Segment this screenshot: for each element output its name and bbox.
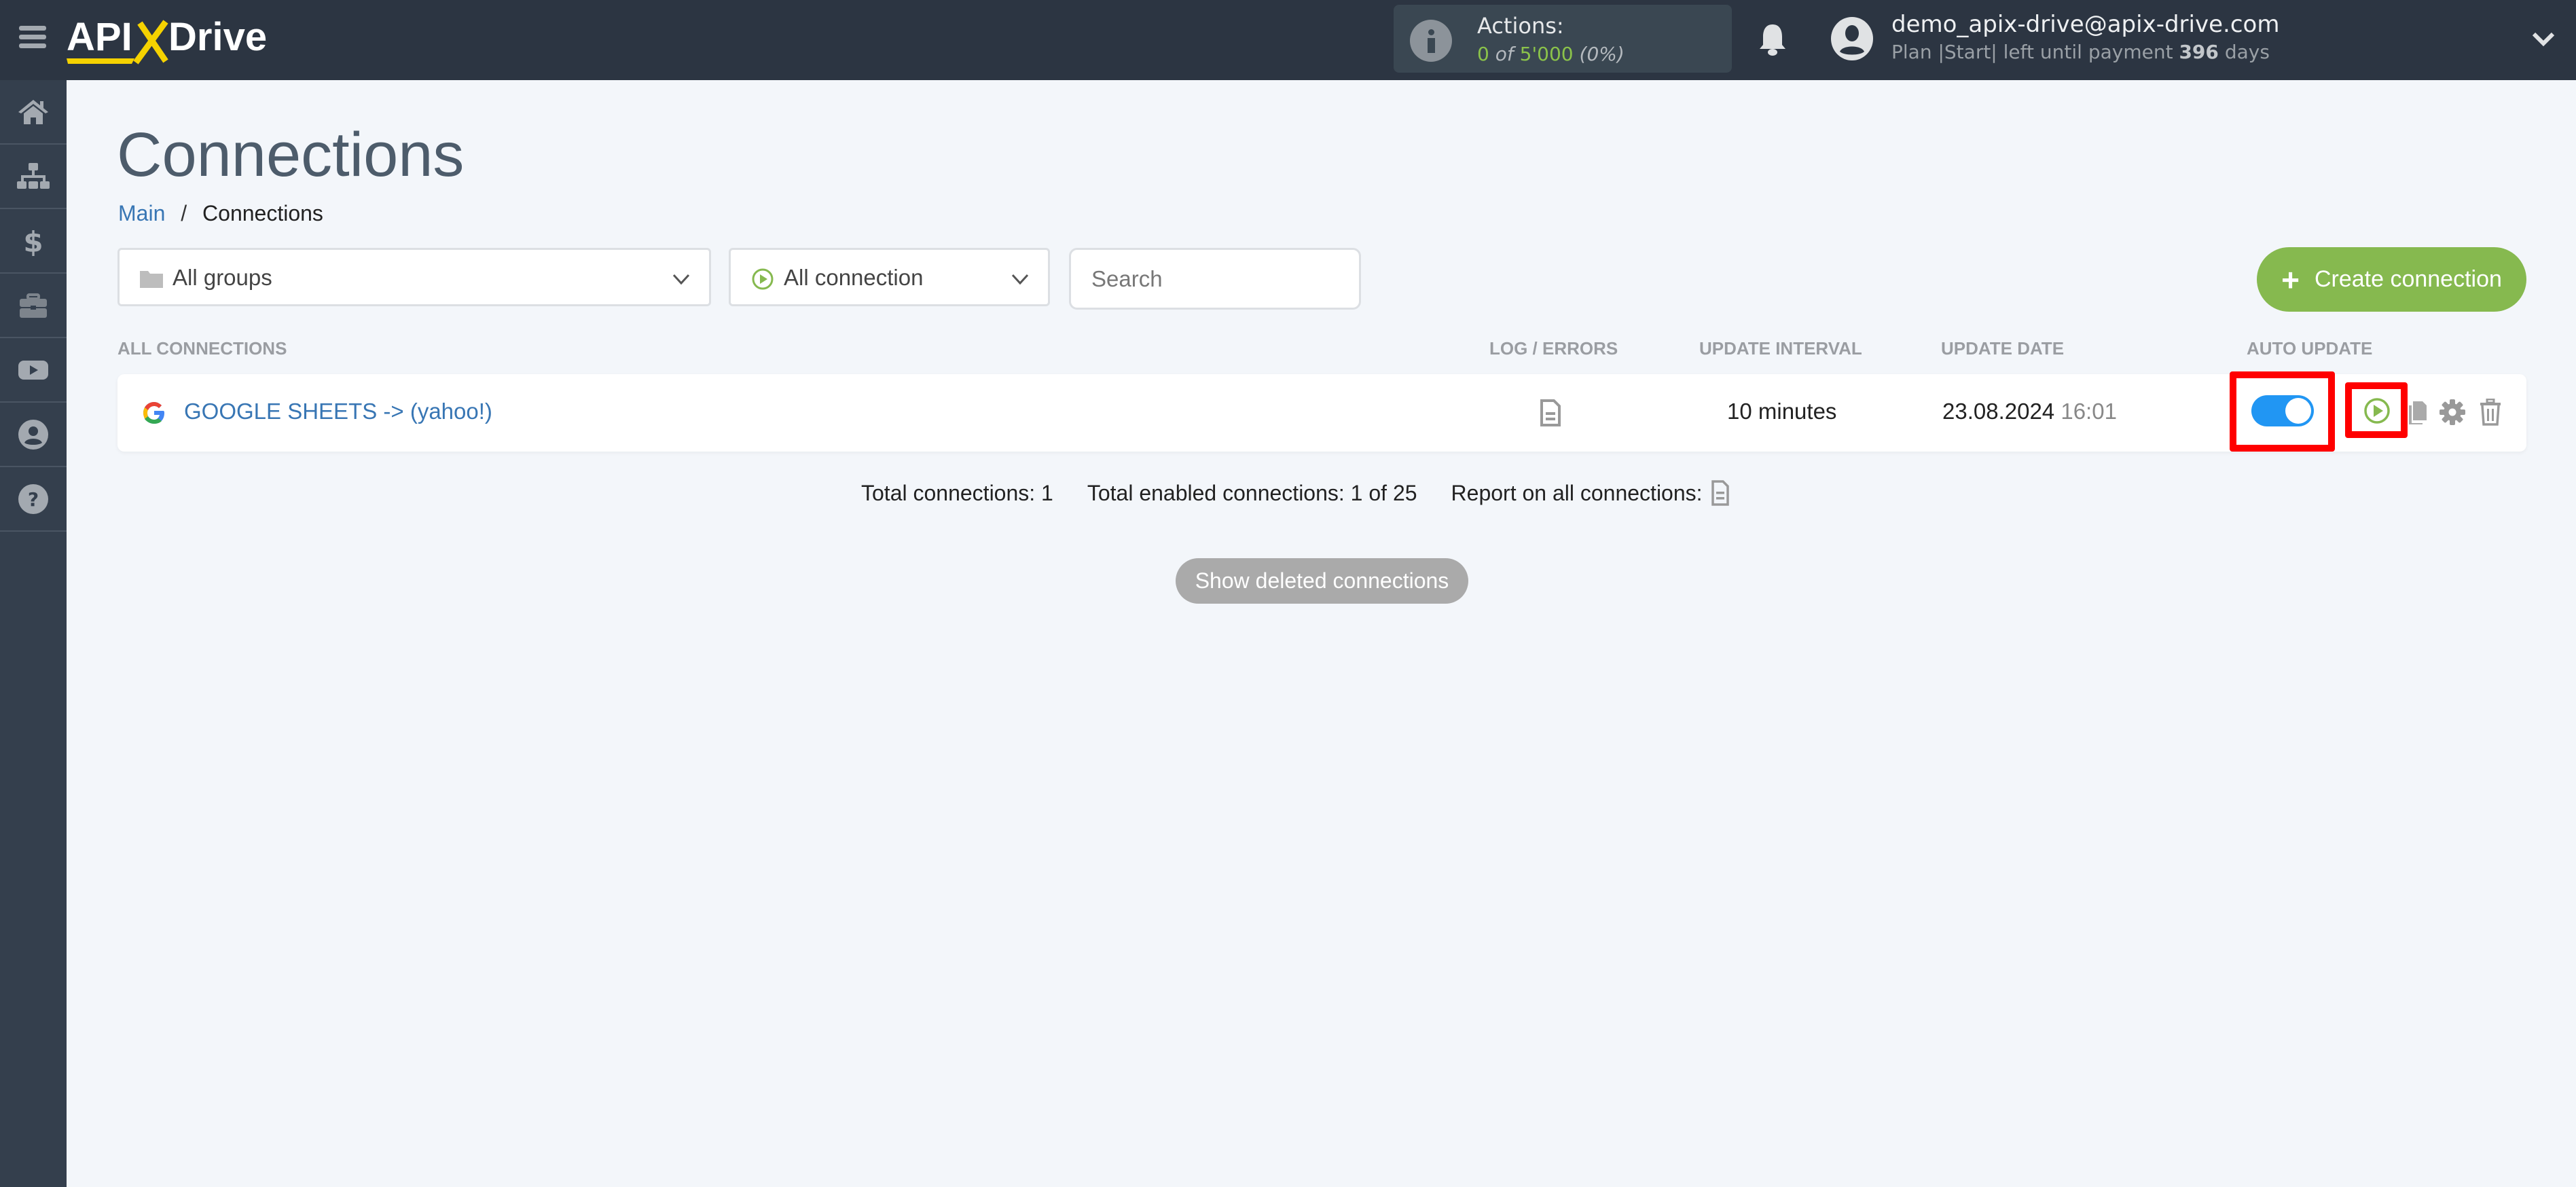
log-file-icon[interactable] [1540, 399, 1561, 427]
logo-drive-text: Drive [168, 15, 267, 59]
bell-icon[interactable] [1758, 22, 1788, 57]
sidebar-item-account[interactable] [0, 403, 67, 467]
user-circle-icon [18, 419, 48, 450]
total-enabled-connections: Total enabled connections: 1 of 25 [1087, 480, 1417, 505]
update-date-time: 16:01 [2061, 399, 2117, 424]
actions-used: 0 [1477, 43, 1489, 65]
actions-value: 0 of 5'000 (0%) [1477, 43, 1625, 65]
column-header-log-errors: LOG / ERRORS [1489, 338, 1618, 359]
gear-icon[interactable] [2439, 399, 2466, 426]
column-header-all-connections: ALL CONNECTIONS [117, 338, 287, 359]
actions-total: 5'000 [1519, 43, 1574, 65]
actions-counter[interactable]: Actions: 0 of 5'000 (0%) [1394, 5, 1732, 73]
chevron-down-icon [672, 274, 690, 285]
google-icon [143, 402, 164, 424]
actions-of: of [1495, 43, 1514, 65]
hamburger-line [19, 43, 46, 48]
home-icon [18, 99, 48, 124]
plus-icon: + [2281, 261, 2300, 297]
play-circle-icon [752, 268, 774, 290]
top-bar: API Drive Actions: 0 of 5'000 (0%) demo_… [0, 0, 2576, 80]
create-connection-label: Create connection [2314, 266, 2502, 292]
show-deleted-connections-button[interactable]: Show deleted connections [1176, 558, 1468, 604]
sidebar-item-help[interactable]: ? [0, 467, 67, 532]
sidebar-item-video[interactable] [0, 338, 67, 403]
update-date-day: 23.08.2024 [1942, 399, 2055, 424]
logo-underline [67, 58, 134, 64]
plan-prefix: Plan |Start| left until payment [1891, 41, 2173, 63]
actions-percent: (0%) [1579, 43, 1625, 65]
run-connection-button-highlight[interactable] [2345, 382, 2408, 438]
table-row: GOOGLE SHEETS -> (yahoo!) 10 minutes 23.… [117, 371, 2526, 452]
breadcrumb-current: Connections [202, 201, 323, 225]
auto-update-toggle[interactable] [2251, 395, 2314, 426]
sidebar-item-billing[interactable]: $ [0, 209, 67, 274]
groups-select[interactable]: All groups [117, 248, 711, 306]
logo-api-text: API [67, 15, 132, 59]
logo-x-mark [133, 20, 168, 65]
sidebar-item-connections[interactable] [0, 145, 67, 209]
user-plan-info: Plan |Start| left until payment 396 days [1891, 41, 2270, 63]
copy-icon[interactable] [2408, 400, 2428, 426]
svg-text:$: $ [23, 225, 43, 259]
sidebar-item-home[interactable] [0, 80, 67, 145]
column-header-update-date: UPDATE DATE [1941, 338, 2065, 359]
question-circle-icon: ? [18, 483, 48, 514]
svg-text:?: ? [28, 488, 39, 511]
connections-summary: Total connections: 1 Total enabled conne… [861, 479, 1730, 507]
youtube-icon [18, 360, 48, 380]
connection-status-select[interactable]: All connection [729, 248, 1050, 306]
report-label: Report on all connections: [1451, 480, 1703, 505]
play-circle-icon[interactable] [2363, 397, 2391, 424]
column-header-update-interval: UPDATE INTERVAL [1699, 338, 1862, 359]
dollar-icon: $ [23, 225, 43, 259]
page-title: Connections [117, 120, 465, 189]
hamburger-line [19, 35, 46, 39]
info-icon [1410, 20, 1452, 62]
breadcrumb-main-link[interactable]: Main [118, 201, 165, 225]
breadcrumb: Main / Connections [118, 201, 323, 226]
report-file-icon[interactable] [1711, 479, 1730, 507]
user-email[interactable]: demo_apix-drive@apix-drive.com [1891, 11, 2279, 38]
plan-suffix: days [2224, 41, 2270, 63]
menu-toggle-button[interactable] [19, 26, 46, 49]
chevron-down-icon[interactable] [2531, 29, 2556, 49]
total-connections: Total connections: 1 [861, 480, 1053, 505]
update-interval-value: 10 minutes [1727, 399, 1837, 424]
update-date-value: 23.08.2024 16:01 [1942, 399, 2117, 424]
sidebar-item-tools[interactable] [0, 274, 67, 338]
trash-icon[interactable] [2480, 399, 2501, 426]
sitemap-icon [17, 162, 50, 189]
sidebar: $ ? [0, 80, 67, 1187]
connection-name-link[interactable]: GOOGLE SHEETS -> (yahoo!) [184, 399, 492, 424]
search-input[interactable] [1069, 248, 1361, 310]
auto-update-toggle-highlight[interactable] [2230, 371, 2335, 452]
column-header-auto-update: AUTO UPDATE [2247, 338, 2373, 359]
connection-status-value: All connection [784, 265, 924, 290]
breadcrumb-separator: / [181, 201, 187, 225]
user-avatar-icon[interactable] [1830, 16, 1874, 61]
folder-icon [140, 271, 163, 288]
chevron-down-icon [1011, 274, 1029, 285]
groups-select-value: All groups [173, 265, 272, 290]
briefcase-icon [20, 293, 47, 318]
actions-label: Actions: [1477, 13, 1564, 39]
create-connection-button[interactable]: + Create connection [2257, 247, 2526, 312]
hamburger-line [19, 26, 46, 31]
apix-drive-logo[interactable]: API Drive [67, 11, 284, 65]
plan-days: 396 [2179, 41, 2219, 63]
